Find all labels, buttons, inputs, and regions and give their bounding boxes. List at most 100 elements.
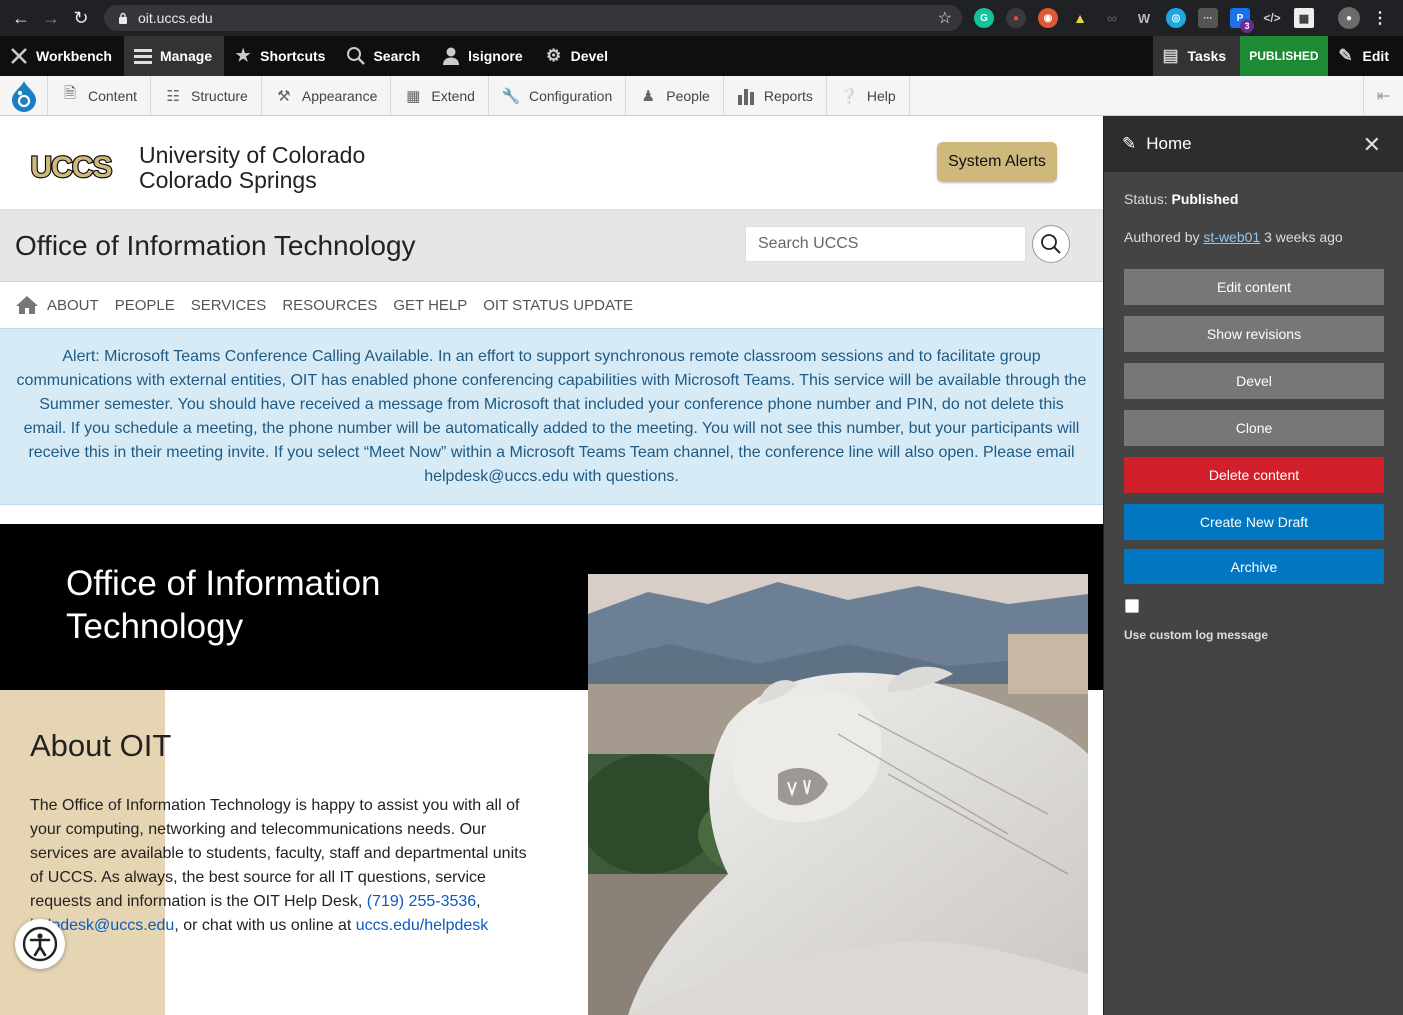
menu-extend[interactable]: ▦ Extend [391,76,489,115]
home-icon[interactable] [15,295,39,315]
collapse-toolbar-icon[interactable]: ⇤ [1363,76,1403,115]
window-extension-icon[interactable]: ▦ [1294,8,1314,28]
delete-content-button[interactable]: Delete content [1124,457,1384,493]
lightbulb-extension-icon[interactable]: ▲ [1070,8,1090,28]
toolbar-shortcuts[interactable]: ★ Shortcuts [224,36,337,76]
custom-log-label: Use custom log message [1124,628,1269,642]
nav-get-help[interactable]: GET HELP [393,297,467,314]
menu-content[interactable]: 🗎 Content [48,76,152,115]
clone-button[interactable]: Clone [1124,410,1384,446]
toolbar-edit[interactable]: ✎ Edit [1328,36,1403,76]
help-icon: ❔ [839,87,859,105]
nav-services[interactable]: SERVICES [191,297,267,314]
pencil-icon: ✎ [1338,46,1353,65]
department-title[interactable]: Office of Information Technology [15,230,416,262]
forward-arrow-icon[interactable]: → [36,3,66,33]
helpdesk-phone-link[interactable]: (719) 255-3536 [367,893,476,910]
create-new-draft-button[interactable]: Create New Draft [1124,504,1384,540]
search-icon [347,47,366,65]
star-icon: ★ [235,46,251,65]
published-status-badge[interactable]: PUBLISHED [1240,36,1328,76]
nav-resources[interactable]: RESOURCES [282,297,377,314]
toolbar-search[interactable]: Search [337,36,432,76]
moderation-sidebar: ✎ Home ✕ Status: Published Authored by s… [1103,116,1403,1015]
people-icon: ♟ [641,87,655,105]
authored-info: Authored by st-web01 3 weeks ago [1124,229,1343,245]
brand-bar: UCCS University of Colorado Colorado Spr… [0,116,1103,210]
profile-avatar[interactable]: ● [1338,7,1360,29]
gear-icon: ⚙ [546,46,562,65]
department-bar: Office of Information Technology Search … [0,210,1103,282]
ellipsis-extension-icon[interactable]: ··· [1198,8,1218,28]
university-name[interactable]: University of Colorado Colorado Springs [139,143,365,193]
extend-icon: ▦ [406,87,421,105]
archive-button[interactable]: Archive [1124,549,1384,584]
toolbar-manage[interactable]: Manage [123,36,225,76]
toolbar-user[interactable]: lsignore [432,36,534,76]
menu-configuration[interactable]: 🔧 Configuration [489,76,627,115]
devel-button[interactable]: Devel [1124,363,1384,399]
nav-people[interactable]: PEOPLE [115,297,175,314]
menu-help[interactable]: ❔ Help [827,76,910,115]
user-icon [443,47,460,65]
code-extension-icon[interactable]: </> [1262,8,1282,28]
menu-structure[interactable]: ☷ Structure [151,76,262,115]
pencil-icon: ✎ [1122,134,1137,153]
search-button[interactable] [1032,225,1070,263]
url-text: oit.uccs.edu [138,10,213,26]
about-title: About OIT [30,728,172,763]
search-icon [1041,234,1061,254]
toolbar-devel[interactable]: ⚙ Devel [535,36,620,76]
bookmark-star-icon[interactable]: ☆ [938,8,952,28]
uccs-logo[interactable]: UCCS [15,151,127,183]
close-icon[interactable]: ✕ [1363,132,1381,158]
main-navigation: ABOUT PEOPLE SERVICES RESOURCES GET HELP… [0,282,1103,328]
tools-icon [11,48,27,64]
react-extension-icon[interactable]: ◎ [1166,8,1186,28]
tasks-icon: ▤ [1162,46,1179,65]
author-link[interactable]: st-web01 [1203,229,1260,245]
show-revisions-button[interactable]: Show revisions [1124,316,1384,352]
grammarly-extension-icon[interactable]: G [974,8,994,28]
nav-oit-status-update[interactable]: OIT STATUS UPDATE [483,297,633,314]
duckduckgo-extension-icon[interactable]: ◉ [1038,8,1058,28]
sidebar-header: ✎ Home ✕ [1104,116,1403,172]
page-content: UCCS University of Colorado Colorado Spr… [0,116,1103,1015]
admin-toolbar: Workbench Manage ★ Shortcuts Search lsig… [0,36,1403,76]
search-input[interactable]: Search UCCS [745,226,1026,262]
configuration-icon: 🔧 [501,87,521,105]
accessibility-button[interactable] [15,919,65,969]
ghostery-extension-icon[interactable]: ● [1006,8,1026,28]
nav-about[interactable]: ABOUT [47,297,99,314]
mountain-lion-statue-photo [588,574,1088,1015]
appearance-icon: ⚒ [277,87,291,105]
edit-content-button[interactable]: Edit content [1124,269,1384,305]
hero-title: Office of Information Technology [66,564,381,646]
content-status: Status: Published [1124,191,1239,207]
back-arrow-icon[interactable]: ← [6,3,36,33]
dark-extension-icon[interactable]: ∞ [1102,8,1122,28]
reload-icon[interactable]: ↻ [66,3,96,33]
system-alerts-button[interactable]: System Alerts [937,142,1057,182]
accessibility-icon [22,926,58,962]
custom-log-checkbox[interactable] [1125,599,1139,613]
admin-menu-tray: 🗎 Content ☷ Structure ⚒ Appearance ▦ Ext… [0,76,1403,116]
structure-icon: ☷ [166,87,180,105]
menu-appearance[interactable]: ⚒ Appearance [262,76,392,115]
drupal-home-link[interactable] [0,76,48,115]
menu-people[interactable]: ♟ People [626,76,724,115]
address-bar[interactable]: oit.uccs.edu ☆ [104,5,962,31]
lock-icon [119,12,127,24]
wappalyzer-extension-icon[interactable]: W [1134,8,1154,28]
drupal-drop-icon [11,80,36,112]
menu-reports[interactable]: Reports [724,76,827,115]
teams-alert-message: Alert: Microsoft Teams Conference Callin… [0,328,1103,505]
toolbar-tasks[interactable]: ▤ Tasks [1152,36,1241,76]
kebab-menu-icon[interactable]: ⋮ [1370,8,1390,28]
about-paragraph: The Office of Information Technology is … [30,797,527,934]
toolbar-workbench[interactable]: Workbench [0,36,124,76]
hamburger-icon [133,49,152,64]
browser-chrome: ← → ↻ oit.uccs.edu ☆ G ● ◉ ▲ ∞ W ◎ ··· P… [0,0,1403,36]
helpdesk-chat-link[interactable]: uccs.edu/helpdesk [356,917,489,934]
extension-count-badge: 3 [1240,19,1254,33]
